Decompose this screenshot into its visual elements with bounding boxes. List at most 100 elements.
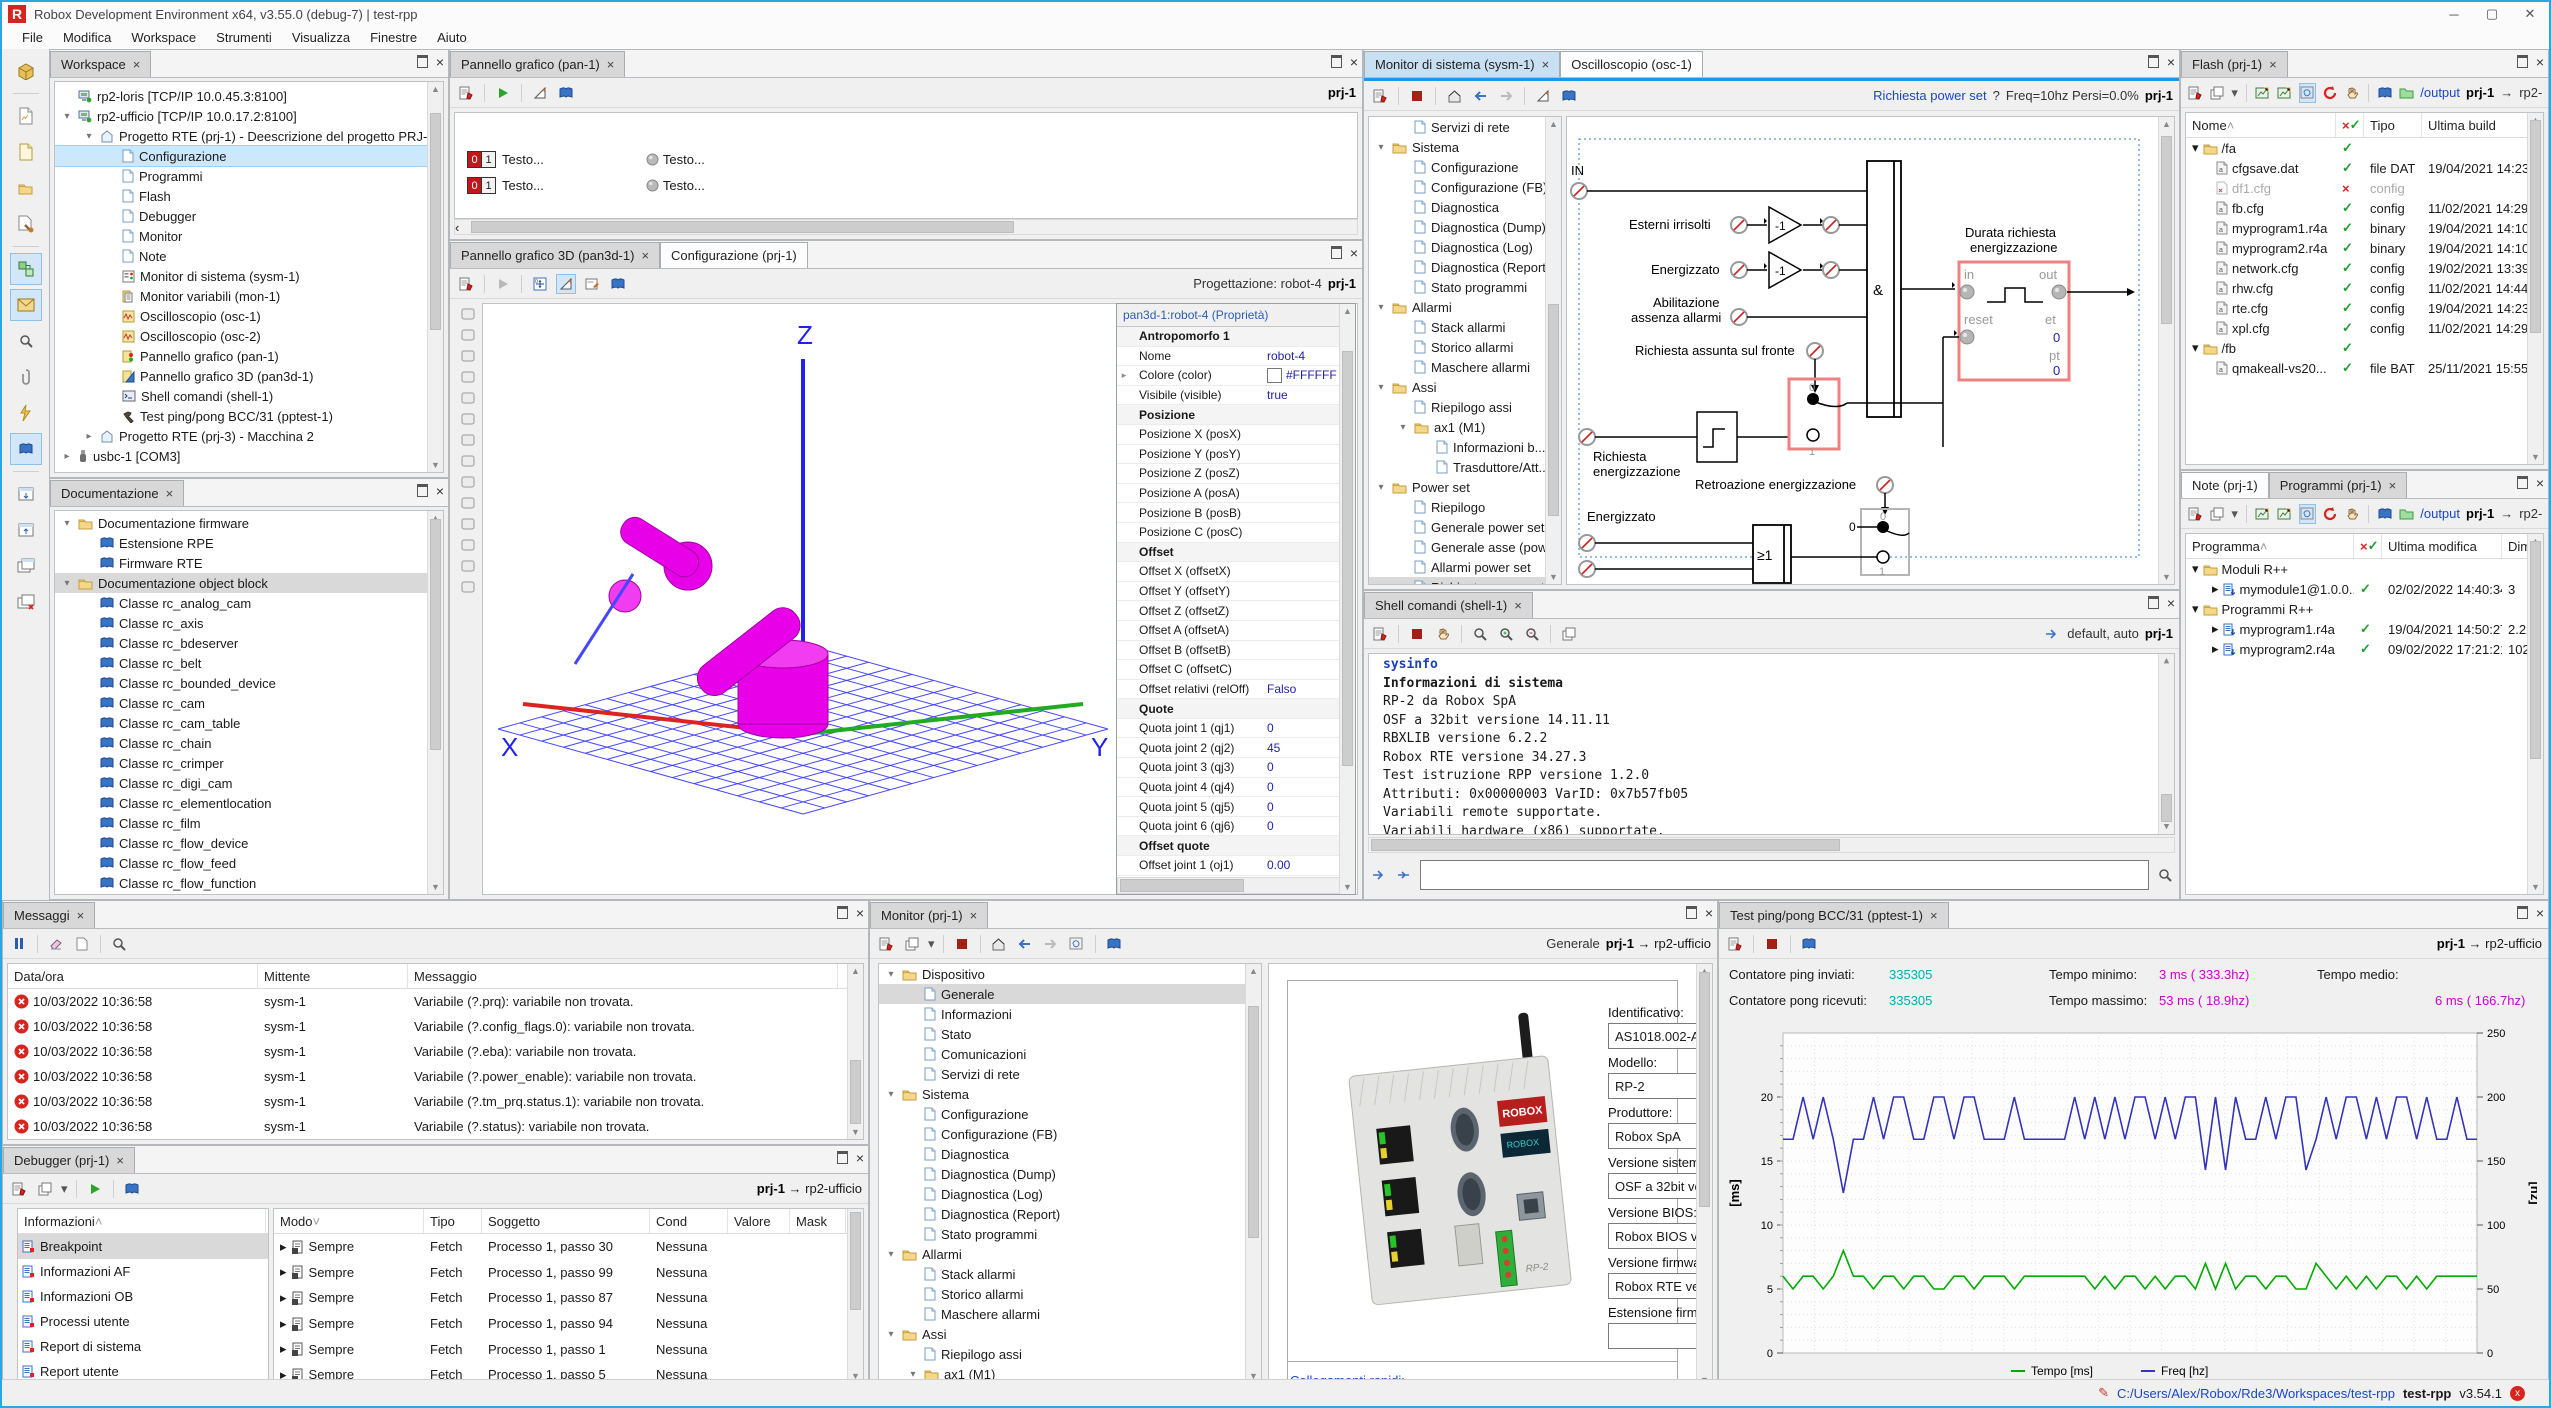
float-panel-icon[interactable] xyxy=(417,55,428,68)
box-shape-icon[interactable] xyxy=(460,328,476,342)
tree-item[interactable]: ▾Assi xyxy=(879,1324,1261,1344)
tab-messaggi[interactable]: Messaggi× xyxy=(3,902,95,928)
vertical-scrollbar[interactable]: ▲▼ xyxy=(2158,117,2174,584)
pan1-hscrollbar[interactable]: ‹ xyxy=(454,219,1358,235)
window-stack-icon[interactable] xyxy=(10,550,42,582)
tab-close-icon[interactable]: × xyxy=(2389,478,2397,493)
table-row[interactable]: afb.cfg✓config11/02/2021 14:29:16 xyxy=(2186,198,2543,218)
column-header[interactable]: Ultima build xyxy=(2422,113,2544,137)
info-list-item[interactable]: Processi utente xyxy=(18,1309,268,1334)
refresh-icon[interactable] xyxy=(1067,934,1087,954)
current-page-link[interactable]: Richiesta power set xyxy=(1873,88,1986,103)
scrollbar-thumb[interactable] xyxy=(2530,541,2541,759)
menu-file[interactable]: File xyxy=(12,27,53,48)
cylinder-shape-icon[interactable] xyxy=(460,370,476,384)
copy-icon[interactable] xyxy=(2209,504,2225,524)
scrollbar-thumb[interactable] xyxy=(2161,794,2172,821)
refresh-icon[interactable] xyxy=(2299,504,2316,524)
tree-item[interactable]: ▸Progetto RTE (prj-3) - Macchina 2 xyxy=(55,426,443,446)
panel-widget-lamp[interactable]: Testo... xyxy=(646,178,705,193)
column-header[interactable]: Tipo xyxy=(2364,113,2422,137)
tree-item[interactable]: Configurazione (FB) xyxy=(879,1124,1261,1144)
mail-icon[interactable] xyxy=(10,289,42,321)
run-panel-icon[interactable] xyxy=(493,83,513,103)
tree-item[interactable]: Riepilogo xyxy=(1369,497,1561,517)
tree-item[interactable]: Diagnostica (Log) xyxy=(879,1184,1261,1204)
menu-visualizza[interactable]: Visualizza xyxy=(282,27,360,48)
vertical-scrollbar[interactable]: ▲▼ xyxy=(427,82,443,472)
tree-expander-icon[interactable]: ▸ xyxy=(61,451,73,462)
tree-item[interactable]: Classe rc_chain xyxy=(55,733,443,753)
property-row[interactable]: Quote xyxy=(1117,699,1340,719)
tree-expander-icon[interactable]: ▸ xyxy=(2212,581,2219,597)
tree-expander-icon[interactable]: ▾ xyxy=(1397,422,1409,433)
tab-pannello-grafico-pan-1-[interactable]: Pannello grafico (pan-1)× xyxy=(450,51,625,77)
tree-expander-icon[interactable]: ▾ xyxy=(2192,340,2199,356)
scroll-down-icon[interactable]: ▼ xyxy=(848,1125,863,1139)
scroll-down-icon[interactable]: ▼ xyxy=(1340,880,1355,894)
close-panel-icon[interactable]: × xyxy=(2536,908,2544,918)
tree-expander-icon[interactable]: ▾ xyxy=(2192,601,2199,617)
minimize-button[interactable]: ─ xyxy=(2435,3,2473,25)
scroll-down-icon[interactable]: ▼ xyxy=(2528,450,2543,464)
tree-item[interactable]: Diagnostica (Dump) xyxy=(879,1164,1261,1184)
tree-expander-icon[interactable]: ▾ xyxy=(885,1249,897,1260)
drag-icon[interactable] xyxy=(2344,83,2360,103)
clear-messages-icon[interactable] xyxy=(46,934,66,954)
tree-expander-icon[interactable]: ▾ xyxy=(885,1089,897,1100)
tree-item[interactable]: Classe rc_digi_cam xyxy=(55,773,443,793)
maximize-button[interactable]: ▢ xyxy=(2473,3,2511,25)
property-row[interactable]: Quota joint 2 (qj2)45 xyxy=(1117,738,1340,758)
pause-messages-icon[interactable] xyxy=(9,934,29,954)
design-mode-icon[interactable] xyxy=(556,274,576,294)
table-row[interactable]: ▸mymodule1@1.0.0....✓02/02/2022 14:40:34… xyxy=(2186,579,2543,599)
tree-item[interactable]: ▾ax1 (M1) xyxy=(1369,417,1561,437)
tree-item[interactable]: Classe rc_belt xyxy=(55,653,443,673)
forward-icon[interactable] xyxy=(1041,934,1061,954)
tree-item[interactable]: Oscilloscopio (osc-2) xyxy=(55,326,443,346)
tree-expander-icon[interactable]: ▾ xyxy=(885,1329,897,1340)
scroll-up-icon[interactable]: ▲ xyxy=(428,82,443,96)
tree-item[interactable]: Maschere allarmi xyxy=(1369,357,1561,377)
breakpoint-row[interactable]: ▸SempreFetchProcesso 1, passo 99NessunaP… xyxy=(274,1260,863,1286)
home-page-icon[interactable] xyxy=(989,934,1009,954)
help-icon[interactable] xyxy=(1104,934,1124,954)
workspace-path[interactable]: C:/Users/Alex/Robox/Rde3/Workspaces/test… xyxy=(2117,1386,2395,1401)
tree-item[interactable]: Diagnostica xyxy=(1369,197,1561,217)
tree-expander-icon[interactable]: ▾ xyxy=(1375,142,1387,153)
properties-hscrollbar[interactable] xyxy=(1117,877,1340,894)
camera-icon[interactable] xyxy=(460,517,476,531)
property-value[interactable]: 45 xyxy=(1267,741,1280,755)
scrollbar-thumb[interactable] xyxy=(1342,351,1353,766)
column-header[interactable]: Tipo xyxy=(424,1209,482,1233)
breakpoint-row[interactable]: ▸SempreFetchProcesso 1, passo 94NessunaP… xyxy=(274,1311,863,1337)
column-header[interactable]: Nome ˄ xyxy=(2186,113,2336,137)
tree-expander-icon[interactable]: ▾ xyxy=(2192,140,2199,156)
info-list-item[interactable]: Breakpoint xyxy=(18,1234,268,1259)
tree-item[interactable]: Programmi xyxy=(55,166,443,186)
tree-item[interactable]: Classe rc_flow_device xyxy=(55,833,443,853)
property-row[interactable]: Antropomorfo 1 xyxy=(1117,327,1340,347)
tree-item[interactable]: Stato programmi xyxy=(1369,277,1561,297)
flash-bolt-icon[interactable] xyxy=(10,397,42,429)
help-icon[interactable] xyxy=(608,274,628,294)
row-expander-icon[interactable]: ▸ xyxy=(280,1290,287,1306)
refresh-icon[interactable] xyxy=(2299,83,2316,103)
close-panel-icon[interactable]: × xyxy=(2167,598,2175,608)
message-row[interactable]: 10/03/2022 10:36:58sysm-1Variabile (?.st… xyxy=(8,1114,863,1139)
table-row[interactable]: axpl.cfg✓config11/02/2021 14:29:16 xyxy=(2186,318,2543,338)
message-row[interactable]: 10/03/2022 10:36:58sysm-1Variabile (?.co… xyxy=(8,1014,863,1039)
tree-item[interactable]: Comunicazioni xyxy=(879,1044,1261,1064)
float-panel-icon[interactable] xyxy=(1331,246,1342,259)
property-row[interactable]: Visibile (visible)true xyxy=(1117,386,1340,406)
column-header[interactable]: Ultima modifica xyxy=(2382,534,2502,558)
scrollbar-thumb[interactable] xyxy=(1699,972,1710,1207)
float-panel-icon[interactable] xyxy=(1686,906,1697,919)
scroll-lock-icon[interactable] xyxy=(1433,624,1453,644)
stop-monitor-icon[interactable] xyxy=(952,934,972,954)
tree-item[interactable]: ▾rp2-ufficio [TCP/IP 10.0.17.2:8100] xyxy=(55,106,443,126)
property-row[interactable]: Posizione B (posB) xyxy=(1117,503,1340,523)
tree-item[interactable]: Configurazione xyxy=(55,146,443,166)
home-page-icon[interactable] xyxy=(1444,86,1464,106)
table-row[interactable]: acfgsave.dat✓file DAT19/04/2021 14:23:33 xyxy=(2186,158,2543,178)
